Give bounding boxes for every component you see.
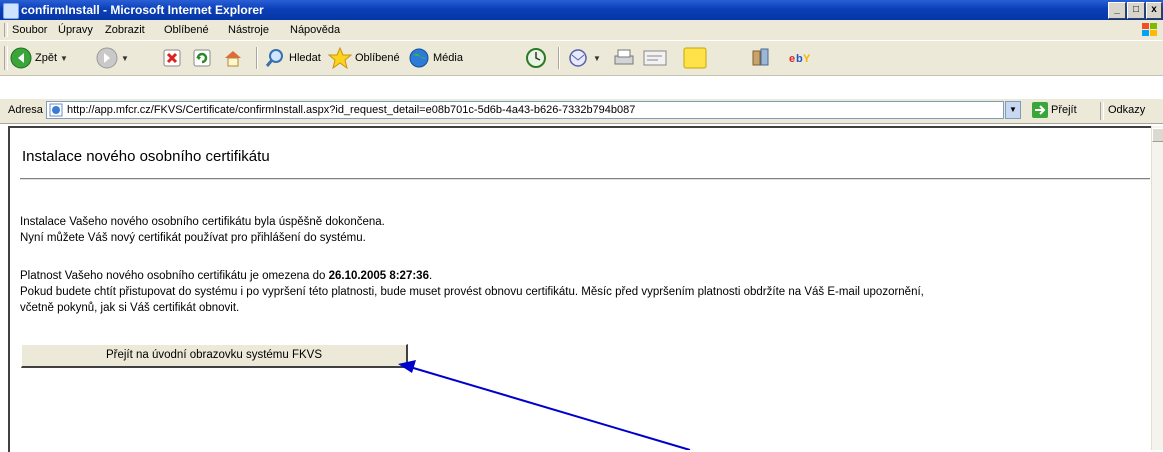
renewal-message: Pokud budete chtít přistupovat do systém…: [20, 286, 924, 298]
search-button[interactable]: Hledat: [264, 45, 321, 71]
chevron-down-icon[interactable]: ▼: [121, 54, 129, 63]
mail-button[interactable]: ▼: [566, 45, 601, 71]
minimize-button[interactable]: _: [1108, 2, 1126, 19]
forward-button[interactable]: ▼: [96, 45, 129, 71]
scroll-up-button[interactable]: [1152, 128, 1163, 142]
stop-icon: [163, 49, 181, 67]
refresh-icon: [193, 49, 211, 67]
back-arrow-icon: [10, 47, 32, 69]
go-label: Přejít: [1051, 104, 1077, 116]
validity-suffix: .: [428, 270, 433, 282]
address-dropdown-button[interactable]: ▼: [1005, 101, 1021, 119]
messenger-button[interactable]: [750, 45, 772, 71]
media-globe-icon: [409, 48, 429, 68]
mail-icon: [569, 49, 587, 67]
ie-page-icon: [49, 103, 63, 117]
address-label: Adresa: [8, 104, 43, 116]
windows-logo-icon: [1142, 23, 1157, 36]
address-input[interactable]: http://app.mfcr.cz/FKVS/Certificate/conf…: [46, 101, 1004, 119]
links-label[interactable]: Odkazy: [1108, 104, 1145, 116]
home-icon: [225, 51, 241, 67]
window-titlebar: confirmInstall - Microsoft Internet Expl…: [0, 0, 1163, 20]
svg-text:Y: Y: [803, 53, 811, 65]
menu-oblibene[interactable]: Oblíbené: [164, 24, 209, 36]
media-button[interactable]: Média: [408, 45, 463, 71]
address-bar: Adresa http://app.mfcr.cz/FKVS/Certifica…: [0, 98, 1163, 124]
window-title: confirmInstall - Microsoft Internet Expl…: [21, 3, 264, 17]
toolbar-separator: [558, 47, 560, 69]
menu-upravy[interactable]: Úpravy: [58, 24, 93, 36]
menubar-grip: [4, 23, 8, 37]
stop-button[interactable]: [162, 45, 182, 71]
title-divider: [20, 178, 1150, 180]
ebay-icon: e b Y: [789, 53, 811, 65]
print-button[interactable]: [612, 45, 636, 71]
discuss-button[interactable]: [682, 45, 708, 71]
vertical-scrollbar[interactable]: [1151, 126, 1163, 450]
go-button[interactable]: Přejít: [1032, 101, 1077, 119]
history-button[interactable]: [525, 45, 547, 71]
links-separator: [1100, 102, 1104, 120]
toolbar-separator: [256, 47, 258, 69]
favorites-label: Oblíbené: [355, 52, 400, 64]
star-icon: [328, 47, 352, 69]
search-label: Hledat: [289, 52, 321, 64]
page-content: Instalace nového osobního certifikátu In…: [8, 126, 1151, 452]
back-button[interactable]: Zpět ▼: [10, 45, 68, 71]
validity-message: Platnost Vašeho nového osobního certifik…: [20, 268, 432, 284]
standard-toolbar: Zpět ▼ ▼ Hledat Oblíbené Média ▼ e b Y: [0, 41, 1163, 76]
maximize-button[interactable]: □: [1127, 2, 1145, 19]
messenger-icon: [752, 48, 769, 66]
renewal-message-continued: včetně pokynů, jak si Váš certifikát obn…: [20, 302, 240, 314]
ie-app-icon: [3, 3, 19, 19]
success-message: Instalace Vašeho nového osobního certifi…: [20, 216, 385, 228]
refresh-button[interactable]: [192, 45, 212, 71]
go-to-fkvs-home-button[interactable]: Přejít na úvodní obrazovku systému FKVS: [21, 344, 408, 368]
menu-soubor[interactable]: Soubor: [12, 24, 47, 36]
menu-bar: Soubor Úpravy Zobrazit Oblíbené Nástroje…: [0, 20, 1163, 41]
menu-napoveda[interactable]: Nápověda: [290, 24, 340, 36]
search-icon: [265, 49, 283, 67]
address-url: http://app.mfcr.cz/FKVS/Certificate/conf…: [67, 104, 636, 116]
svg-text:e: e: [789, 53, 795, 65]
edit-icon: [643, 50, 667, 66]
history-clock-icon: [526, 48, 546, 68]
note-icon: [683, 47, 707, 69]
usage-message: Nyní můžete Váš nový certifikát používat…: [20, 232, 366, 244]
ebay-button[interactable]: e b Y: [788, 45, 814, 71]
back-label: Zpět: [35, 52, 58, 64]
menu-zobrazit[interactable]: Zobrazit: [105, 24, 145, 36]
toolbar-grip: [4, 46, 8, 70]
menu-nastroje[interactable]: Nástroje: [228, 24, 269, 36]
edit-button[interactable]: [642, 45, 668, 71]
media-label: Média: [433, 52, 463, 64]
home-button[interactable]: [222, 45, 244, 71]
close-button[interactable]: x: [1146, 2, 1162, 19]
favorites-button[interactable]: Oblíbené: [328, 45, 400, 71]
svg-text:b: b: [796, 53, 803, 65]
printer-icon: [614, 49, 634, 65]
forward-arrow-icon: [96, 47, 118, 69]
page-title: Instalace nového osobního certifikátu: [22, 148, 270, 165]
validity-date: 26.10.2005 8:27:36: [328, 270, 429, 282]
go-arrow-icon: [1032, 102, 1048, 118]
validity-prefix: Platnost Vašeho nového osobního certifik…: [20, 270, 329, 282]
chevron-down-icon[interactable]: ▼: [593, 54, 601, 63]
chevron-down-icon[interactable]: ▼: [60, 54, 68, 63]
